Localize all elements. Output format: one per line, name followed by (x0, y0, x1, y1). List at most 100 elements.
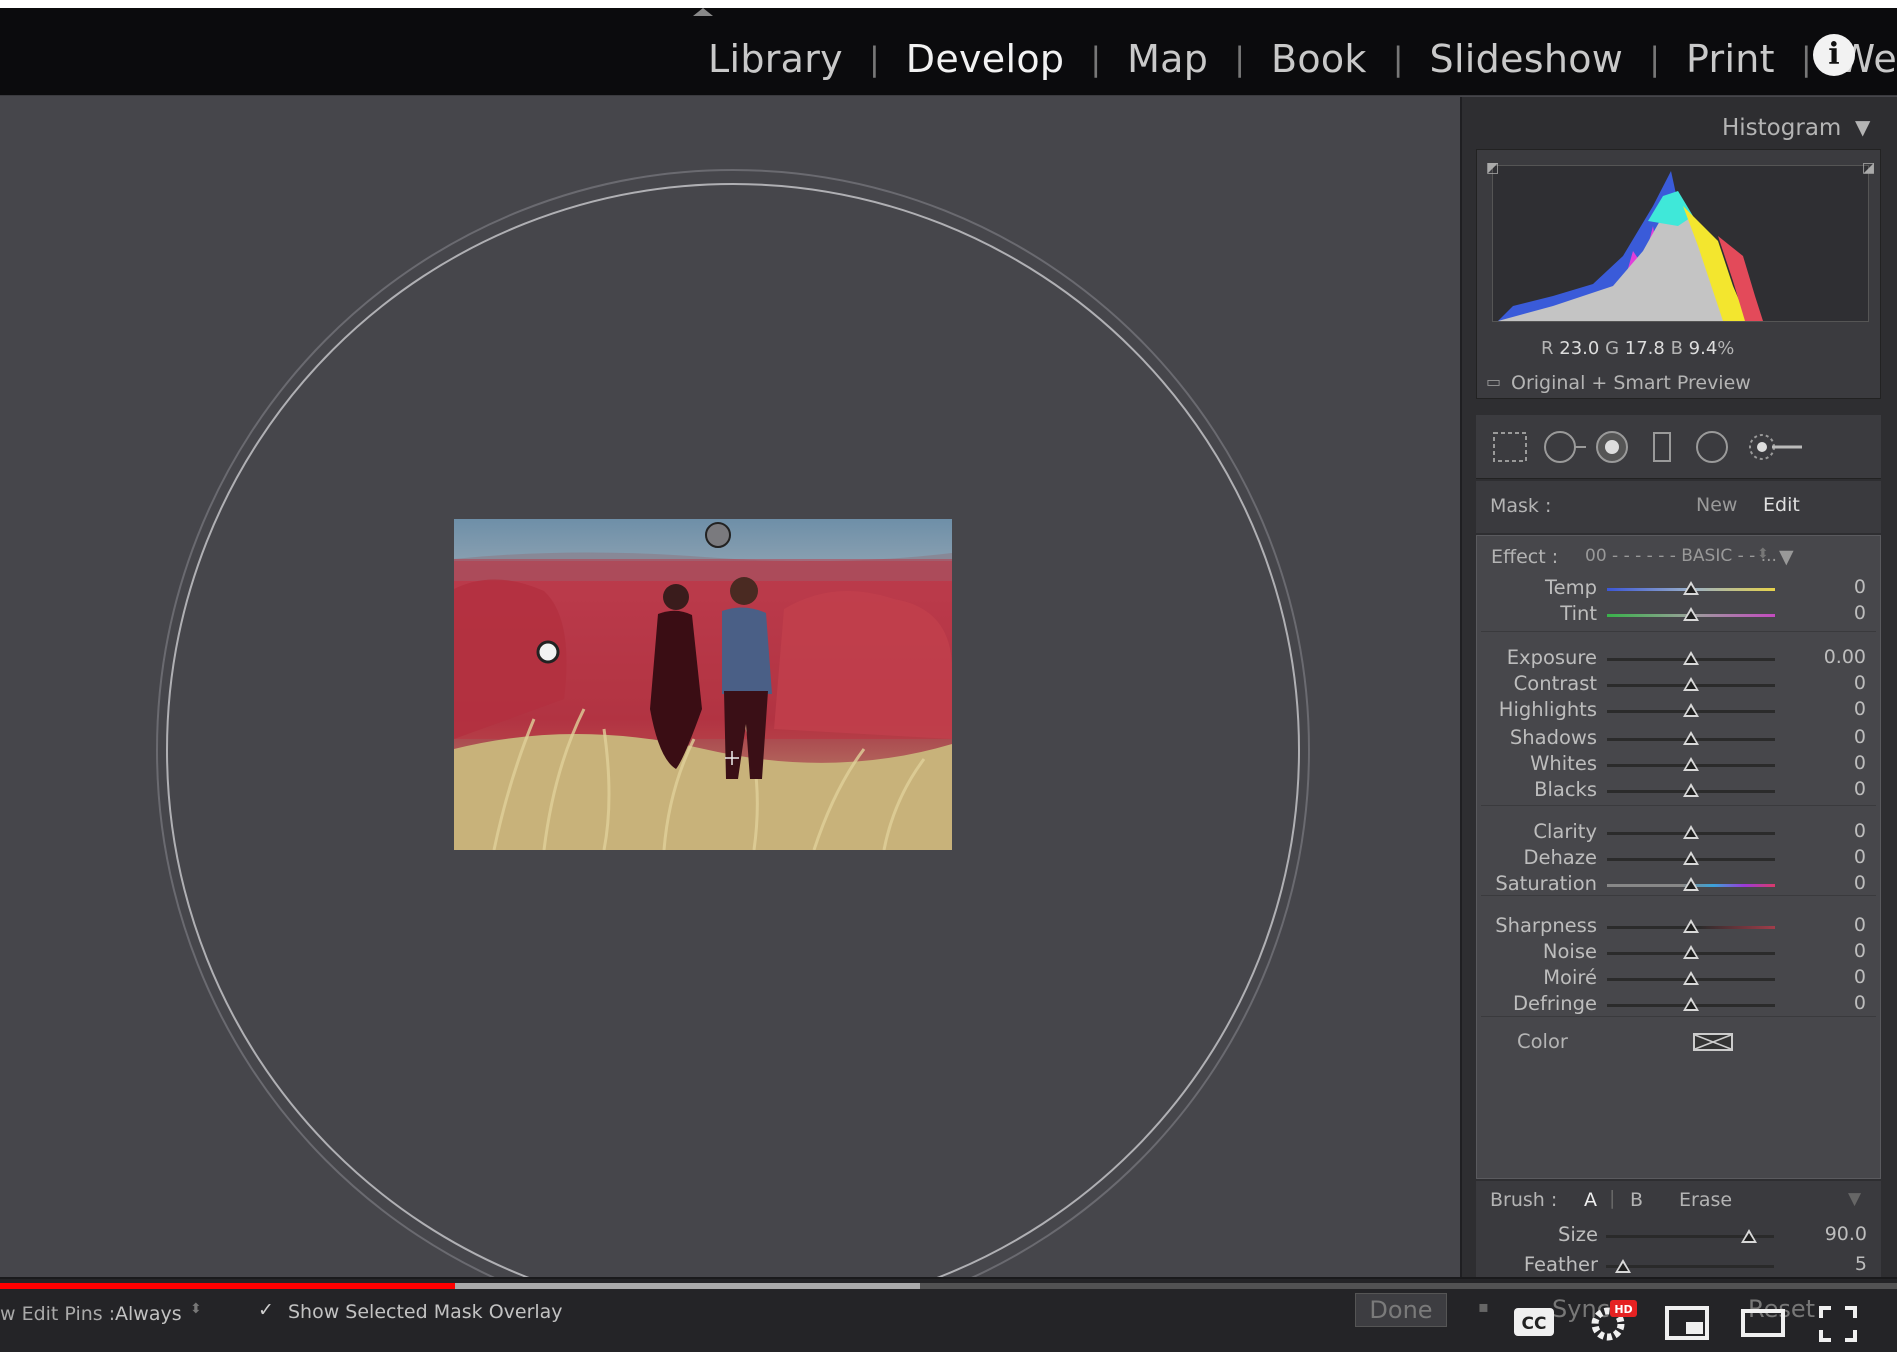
fullscreen-icon[interactable] (1818, 1305, 1858, 1343)
graduated-filter-icon[interactable] (1642, 429, 1682, 465)
slider-value-exposure[interactable]: 0.00 (1824, 646, 1866, 668)
rgb-readout: R 23.0 G 17.8 B 9.4% (1541, 338, 1734, 359)
module-separator: | (1090, 40, 1102, 78)
slider-thumb-defringe[interactable] (1683, 997, 1699, 1011)
miniplayer-icon[interactable] (1664, 1305, 1710, 1341)
image-canvas[interactable] (0, 97, 1458, 1277)
slider-thumb-exposure[interactable] (1683, 651, 1699, 665)
slider-value-contrast[interactable]: 0 (1854, 672, 1866, 694)
mask-overlay-checkbox[interactable]: ✓ (258, 1299, 274, 1321)
mask-edit-button[interactable]: Edit (1763, 494, 1800, 516)
radial-filter-icon[interactable] (1692, 429, 1732, 465)
slider-value-moir[interactable]: 0 (1854, 966, 1866, 988)
slider-value-sharpness[interactable]: 0 (1854, 914, 1866, 936)
panel-collapse-arrow[interactable] (693, 8, 713, 16)
settings-gear-icon[interactable]: HD (1586, 1298, 1638, 1342)
mask-overlay-label: Show Selected Mask Overlay (288, 1301, 563, 1323)
module-slideshow[interactable]: Slideshow (1404, 37, 1650, 81)
histogram-collapse-icon[interactable]: ▼ (1855, 115, 1870, 139)
slider-thumb-clarity[interactable] (1683, 825, 1699, 839)
local-adjustment-sliders: Effect : 00 - - - - - - BASIC - - ... ⬍ … (1476, 535, 1881, 1179)
slider-value-saturation[interactable]: 0 (1854, 872, 1866, 894)
slider-value-defringe[interactable]: 0 (1854, 992, 1866, 1014)
slider-thumb-whites[interactable] (1683, 757, 1699, 771)
slider-thumb-saturation[interactable] (1683, 877, 1699, 891)
mask-row: Mask : New Edit (1476, 481, 1881, 533)
slider-thumb-highlights[interactable] (1683, 703, 1699, 717)
readout-r-label: R (1541, 338, 1554, 359)
slider-thumb-moir[interactable] (1683, 971, 1699, 985)
histogram-title[interactable]: Histogram (1722, 115, 1841, 141)
effect-collapse-icon[interactable]: ▼ (1779, 546, 1794, 568)
module-list: Library | Develop | Map | Book | Slidesh… (682, 34, 1897, 84)
slider-thumb-sharpness[interactable] (1683, 919, 1699, 933)
module-map[interactable]: Map (1101, 37, 1234, 81)
slider-thumb-tint[interactable] (1683, 607, 1699, 621)
mask-new-button[interactable]: New (1696, 494, 1737, 516)
slider-label-whites: Whites (1530, 752, 1597, 775)
slider-thumb-temp[interactable] (1683, 581, 1699, 595)
red-eye-icon[interactable] (1592, 429, 1632, 465)
brush-size-thumb[interactable] (1740, 1229, 1757, 1243)
slider-value-blacks[interactable]: 0 (1854, 778, 1866, 800)
video-played-bar (0, 1283, 456, 1289)
photo-bush-right (774, 591, 952, 739)
slider-value-clarity[interactable]: 0 (1854, 820, 1866, 842)
color-swatch-empty-icon[interactable] (1693, 1033, 1733, 1051)
module-separator: | (868, 40, 880, 78)
slider-value-whites[interactable]: 0 (1854, 752, 1866, 774)
slider-thumb-dehaze[interactable] (1683, 851, 1699, 865)
adjustment-pin-secondary[interactable] (705, 522, 731, 548)
cc-icon[interactable]: CC (1512, 1305, 1556, 1339)
readout-r-value: 23.0 (1559, 338, 1600, 359)
slider-label-temp: Temp (1545, 576, 1597, 599)
edit-pins-select[interactable]: Always (115, 1303, 182, 1325)
adjustment-brush-icon[interactable] (1742, 429, 1806, 465)
slider-label-noise: Noise (1542, 940, 1597, 963)
highlight-clipping-icon[interactable]: ◪ (1862, 160, 1875, 176)
brush-feather-track[interactable] (1606, 1265, 1774, 1268)
slider-value-noise[interactable]: 0 (1854, 940, 1866, 962)
slider-value-temp[interactable]: 0 (1854, 576, 1866, 598)
slider-value-dehaze[interactable]: 0 (1854, 846, 1866, 868)
module-picker-bar: Library | Develop | Map | Book | Slidesh… (0, 8, 1897, 96)
module-separator: | (1234, 40, 1245, 78)
module-print[interactable]: Print (1660, 37, 1801, 81)
photo-with-mask-overlay[interactable] (454, 519, 952, 850)
brush-collapse-icon[interactable]: ▼ (1848, 1189, 1861, 1209)
brush-size-value[interactable]: 90.0 (1825, 1223, 1867, 1245)
readout-g-label: G (1605, 338, 1620, 359)
crop-icon[interactable] (1488, 429, 1532, 465)
slider-thumb-noise[interactable] (1683, 945, 1699, 959)
slider-value-shadows[interactable]: 0 (1854, 726, 1866, 748)
slider-label-highlights: Highlights (1498, 698, 1597, 721)
module-book[interactable]: Book (1245, 37, 1393, 81)
slider-value-highlights[interactable]: 0 (1854, 698, 1866, 720)
module-library[interactable]: Library (682, 37, 869, 81)
spot-removal-icon[interactable] (1540, 429, 1590, 465)
sync-toggle-icon[interactable]: ▪ (1478, 1297, 1489, 1316)
brush-erase-button[interactable]: Erase (1679, 1189, 1732, 1211)
smart-preview-icon[interactable]: ▭ (1486, 372, 1501, 391)
info-icon[interactable]: i (1813, 34, 1855, 76)
brush-b-button[interactable]: B (1630, 1189, 1643, 1211)
brush-feather-thumb[interactable] (1614, 1259, 1631, 1273)
slider-thumb-contrast[interactable] (1683, 677, 1699, 691)
shadow-clipping-icon[interactable]: ◩ (1486, 160, 1499, 176)
effect-label: Effect : (1491, 546, 1559, 568)
slider-thumb-blacks[interactable] (1683, 783, 1699, 797)
theater-mode-icon[interactable] (1740, 1305, 1786, 1341)
effect-stepper-icon[interactable]: ⬍ (1757, 546, 1769, 562)
slider-thumb-shadows[interactable] (1683, 731, 1699, 745)
smart-preview-label: Original + Smart Preview (1511, 372, 1751, 394)
video-progress-bar[interactable] (0, 1283, 1897, 1289)
readout-g-value: 17.8 (1624, 338, 1665, 359)
module-develop[interactable]: Develop (880, 37, 1091, 81)
brush-feather-value[interactable]: 5 (1855, 1253, 1867, 1275)
adjustment-pin-primary[interactable] (536, 640, 560, 664)
edit-pins-stepper-icon[interactable]: ⬍ (190, 1301, 202, 1317)
effect-preset-select[interactable]: 00 - - - - - - BASIC - - ... (1585, 546, 1777, 566)
done-button[interactable]: Done (1355, 1293, 1447, 1327)
brush-a-button[interactable]: A (1584, 1189, 1597, 1211)
slider-value-tint[interactable]: 0 (1854, 602, 1866, 624)
